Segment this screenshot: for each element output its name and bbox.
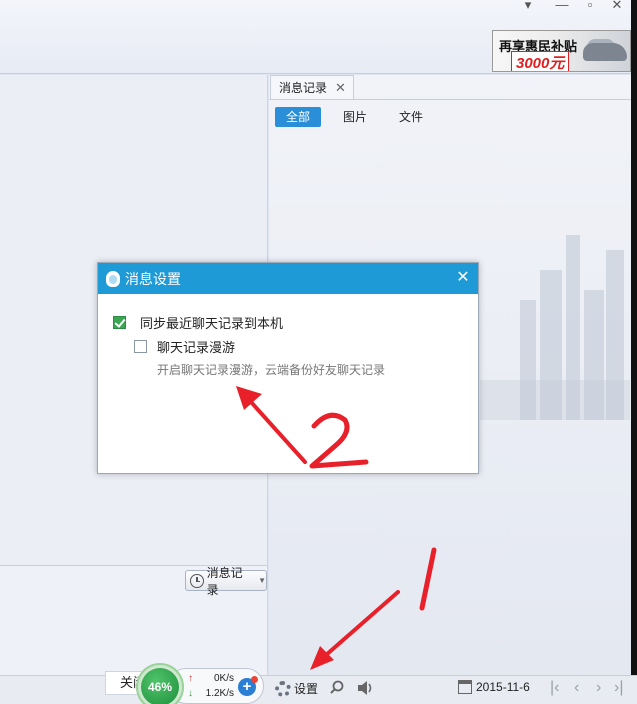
filter-all[interactable]: 全部 xyxy=(275,107,321,127)
divider xyxy=(269,99,631,100)
filter-files[interactable]: 文件 xyxy=(392,107,430,127)
dialog-close-icon[interactable]: ✕ xyxy=(454,269,472,287)
speed-percent-badge[interactable]: 46% xyxy=(141,668,179,704)
message-log-button[interactable]: 消息记录 ▼ xyxy=(185,566,267,597)
next-page-icon[interactable]: › xyxy=(596,679,601,697)
filter-images[interactable]: 图片 xyxy=(336,107,374,127)
tab-message-log[interactable]: 消息记录 ✕ xyxy=(270,75,354,99)
prev-page-icon[interactable]: ‹ xyxy=(574,679,579,697)
ad-amount: 3000元 xyxy=(511,51,570,71)
background-edge xyxy=(631,0,637,704)
qq-penguin-icon xyxy=(106,270,120,287)
date-label: 2015-11-6 xyxy=(476,680,530,694)
calendar-icon xyxy=(458,680,472,694)
clock-icon xyxy=(190,573,204,588)
chevron-down-icon: ▼ xyxy=(258,576,266,585)
settings-label: 设置 xyxy=(294,682,319,696)
dialog-header: 消息设置 xyxy=(98,263,478,294)
message-log-label: 消息记录 xyxy=(206,565,243,597)
date-picker[interactable]: 2015-11-6 xyxy=(458,680,530,694)
dropdown-arrow-icon[interactable]: ▾ xyxy=(517,0,539,11)
sync-checkbox[interactable] xyxy=(113,316,126,329)
maximize-icon[interactable]: ▫ xyxy=(579,0,601,11)
first-page-icon[interactable]: |‹ xyxy=(550,679,559,697)
close-icon[interactable]: ✕ xyxy=(335,80,346,96)
close-window-icon[interactable]: ✕ xyxy=(606,0,628,11)
roam-checkbox[interactable] xyxy=(134,340,147,353)
roam-option-row[interactable]: 聊天记录漫游 xyxy=(134,337,235,356)
dialog-title: 消息设置 xyxy=(125,270,181,287)
settings-button[interactable]: 设置 xyxy=(275,680,318,697)
roam-hint: 开启聊天记录漫游，云端备份好友聊天记录 xyxy=(157,363,386,377)
notification-dot xyxy=(251,676,258,683)
sync-option-label: 同步最近聊天记录到本机 xyxy=(140,316,284,331)
message-settings-dialog: 消息设置 ✕ 同步最近聊天记录到本机 聊天记录漫游 开启聊天记录漫游，云端备份好… xyxy=(97,262,479,474)
bottom-toolbar xyxy=(0,675,637,704)
speaker-icon[interactable] xyxy=(357,680,375,696)
download-arrow-icon: ↓ xyxy=(188,688,193,699)
roam-option-label: 聊天记录漫游 xyxy=(157,340,236,355)
car-body xyxy=(583,43,627,61)
sync-option-row[interactable]: 同步最近聊天记录到本机 xyxy=(113,313,283,332)
download-speed: 1.2K/s xyxy=(205,688,234,699)
upload-arrow-icon: ↑ xyxy=(188,673,193,684)
minimize-icon[interactable]: — xyxy=(551,0,573,11)
gear-icon xyxy=(275,680,291,697)
last-page-icon[interactable]: ›| xyxy=(614,679,623,697)
ad-banner[interactable]: 再享惠民补贴 3000元 xyxy=(492,30,631,72)
search-icon[interactable] xyxy=(330,680,344,694)
tab-label: 消息记录 xyxy=(279,81,328,95)
upload-speed: 0K/s xyxy=(213,673,234,684)
skyline-reflection xyxy=(480,380,630,420)
